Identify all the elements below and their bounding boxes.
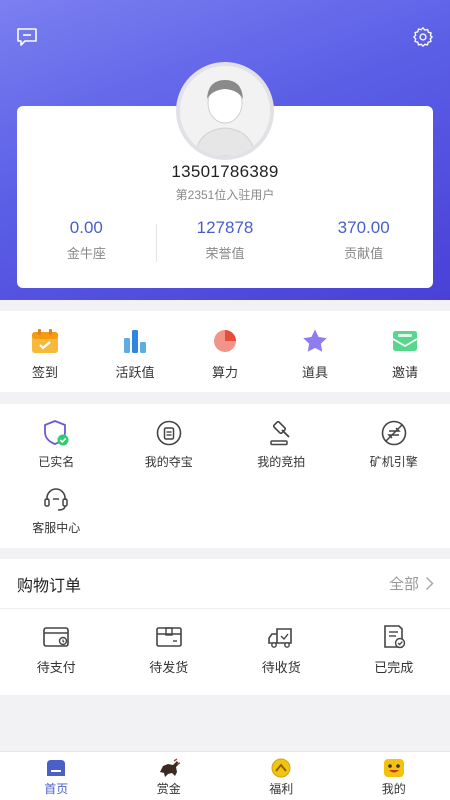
service-engine[interactable]: 矿机引擎 [338,404,450,470]
stat-value: 0.00 [69,218,103,237]
bar-chart-icon [124,330,146,353]
user-rank: 第2351位入驻用户 [175,188,275,202]
services-grid: 已实名 我的夺宝 我的竞拍 矿机引擎 客服中心 [0,404,450,548]
quick-props[interactable]: 道具 [270,311,360,392]
quick-label: 道具 [301,365,328,380]
orders-title: 购物订单 [17,577,82,595]
service-label: 矿机引擎 [369,455,418,469]
message-icon[interactable] [14,24,40,50]
wallet-icon [43,627,70,647]
service-label: 客服中心 [32,521,81,535]
orders-section: 购物订单 全部 待支付 待发货 待收货 已完成 [0,559,450,695]
gift-coin-icon [271,758,291,778]
service-verified[interactable]: 已实名 [0,404,113,470]
gear-icon[interactable] [410,24,436,50]
package-icon [155,627,182,647]
service-label: 已实名 [38,455,75,469]
service-treasure[interactable]: 我的夺宝 [113,404,226,470]
service-label: 我的夺宝 [144,455,193,469]
completed-doc-icon [383,625,405,649]
stat-label: 荣誉值 [205,246,245,261]
quick-checkin[interactable]: 签到 [0,311,90,392]
service-label: 我的竞拍 [257,455,306,469]
smiley-face-icon [383,759,404,777]
order-label: 待发货 [149,660,189,675]
order-label: 待支付 [36,660,76,675]
order-label: 待收货 [261,660,301,675]
tab-label: 赏金 [156,782,181,796]
quick-invite[interactable]: 邀请 [360,311,450,392]
orders-all-label: 全部 [388,576,419,593]
stat-jinniuzuo[interactable]: 0.00 金牛座 [17,218,156,268]
tab-label: 福利 [269,782,294,796]
bottom-tab-bar: 首页 赏金 福利 我的 [0,751,450,800]
treasure-icon [156,420,182,446]
stat-honor[interactable]: 127878 荣誉值 [155,218,295,268]
tab-label: 首页 [44,782,69,796]
calendar-icon [32,329,58,353]
quick-actions: 签到 活跃值 算力 道具 邀请 [0,311,450,392]
tab-bounty[interactable]: 赏金 [113,752,226,800]
verified-shield-icon [44,420,69,446]
envelope-icon [392,331,418,351]
star-icon [303,329,327,352]
quick-label: 算力 [211,365,238,380]
order-pending-shipment[interactable]: 待发货 [113,609,226,695]
service-auction[interactable]: 我的竞拍 [225,404,338,470]
service-support[interactable]: 客服中心 [0,470,113,536]
engine-icon [381,420,407,446]
user-phone: 13501786389 [171,162,279,181]
stat-value: 370.00 [337,218,390,237]
avatar[interactable] [176,62,274,160]
stat-label: 贡献值 [344,246,384,261]
order-completed[interactable]: 已完成 [338,609,450,695]
stat-contribution[interactable]: 370.00 贡献值 [294,218,433,268]
order-label: 已完成 [374,660,414,675]
tab-mine[interactable]: 我的 [338,752,450,800]
stat-value: 127878 [196,218,254,237]
bull-icon [159,758,180,777]
pie-chart-icon [214,330,236,352]
stat-label: 金牛座 [66,246,106,261]
tab-label: 我的 [381,782,406,796]
tab-welfare[interactable]: 福利 [225,752,338,800]
chevron-right-icon [425,576,434,591]
order-pending-payment[interactable]: 待支付 [0,609,113,695]
quick-activity[interactable]: 活跃值 [90,311,180,392]
quick-hashrate[interactable]: 算力 [180,311,270,392]
tab-home[interactable]: 首页 [0,752,113,800]
home-icon [47,760,66,776]
gavel-icon [270,420,290,446]
truck-icon [268,628,293,648]
order-pending-receipt[interactable]: 待收货 [225,609,338,695]
quick-label: 活跃值 [115,365,155,380]
orders-all-link[interactable]: 全部 [389,573,434,594]
profile-stats: 0.00 金牛座 127878 荣誉值 370.00 贡献值 [17,218,433,268]
headset-icon [44,488,68,511]
quick-label: 签到 [31,365,58,380]
quick-label: 邀请 [391,365,418,380]
